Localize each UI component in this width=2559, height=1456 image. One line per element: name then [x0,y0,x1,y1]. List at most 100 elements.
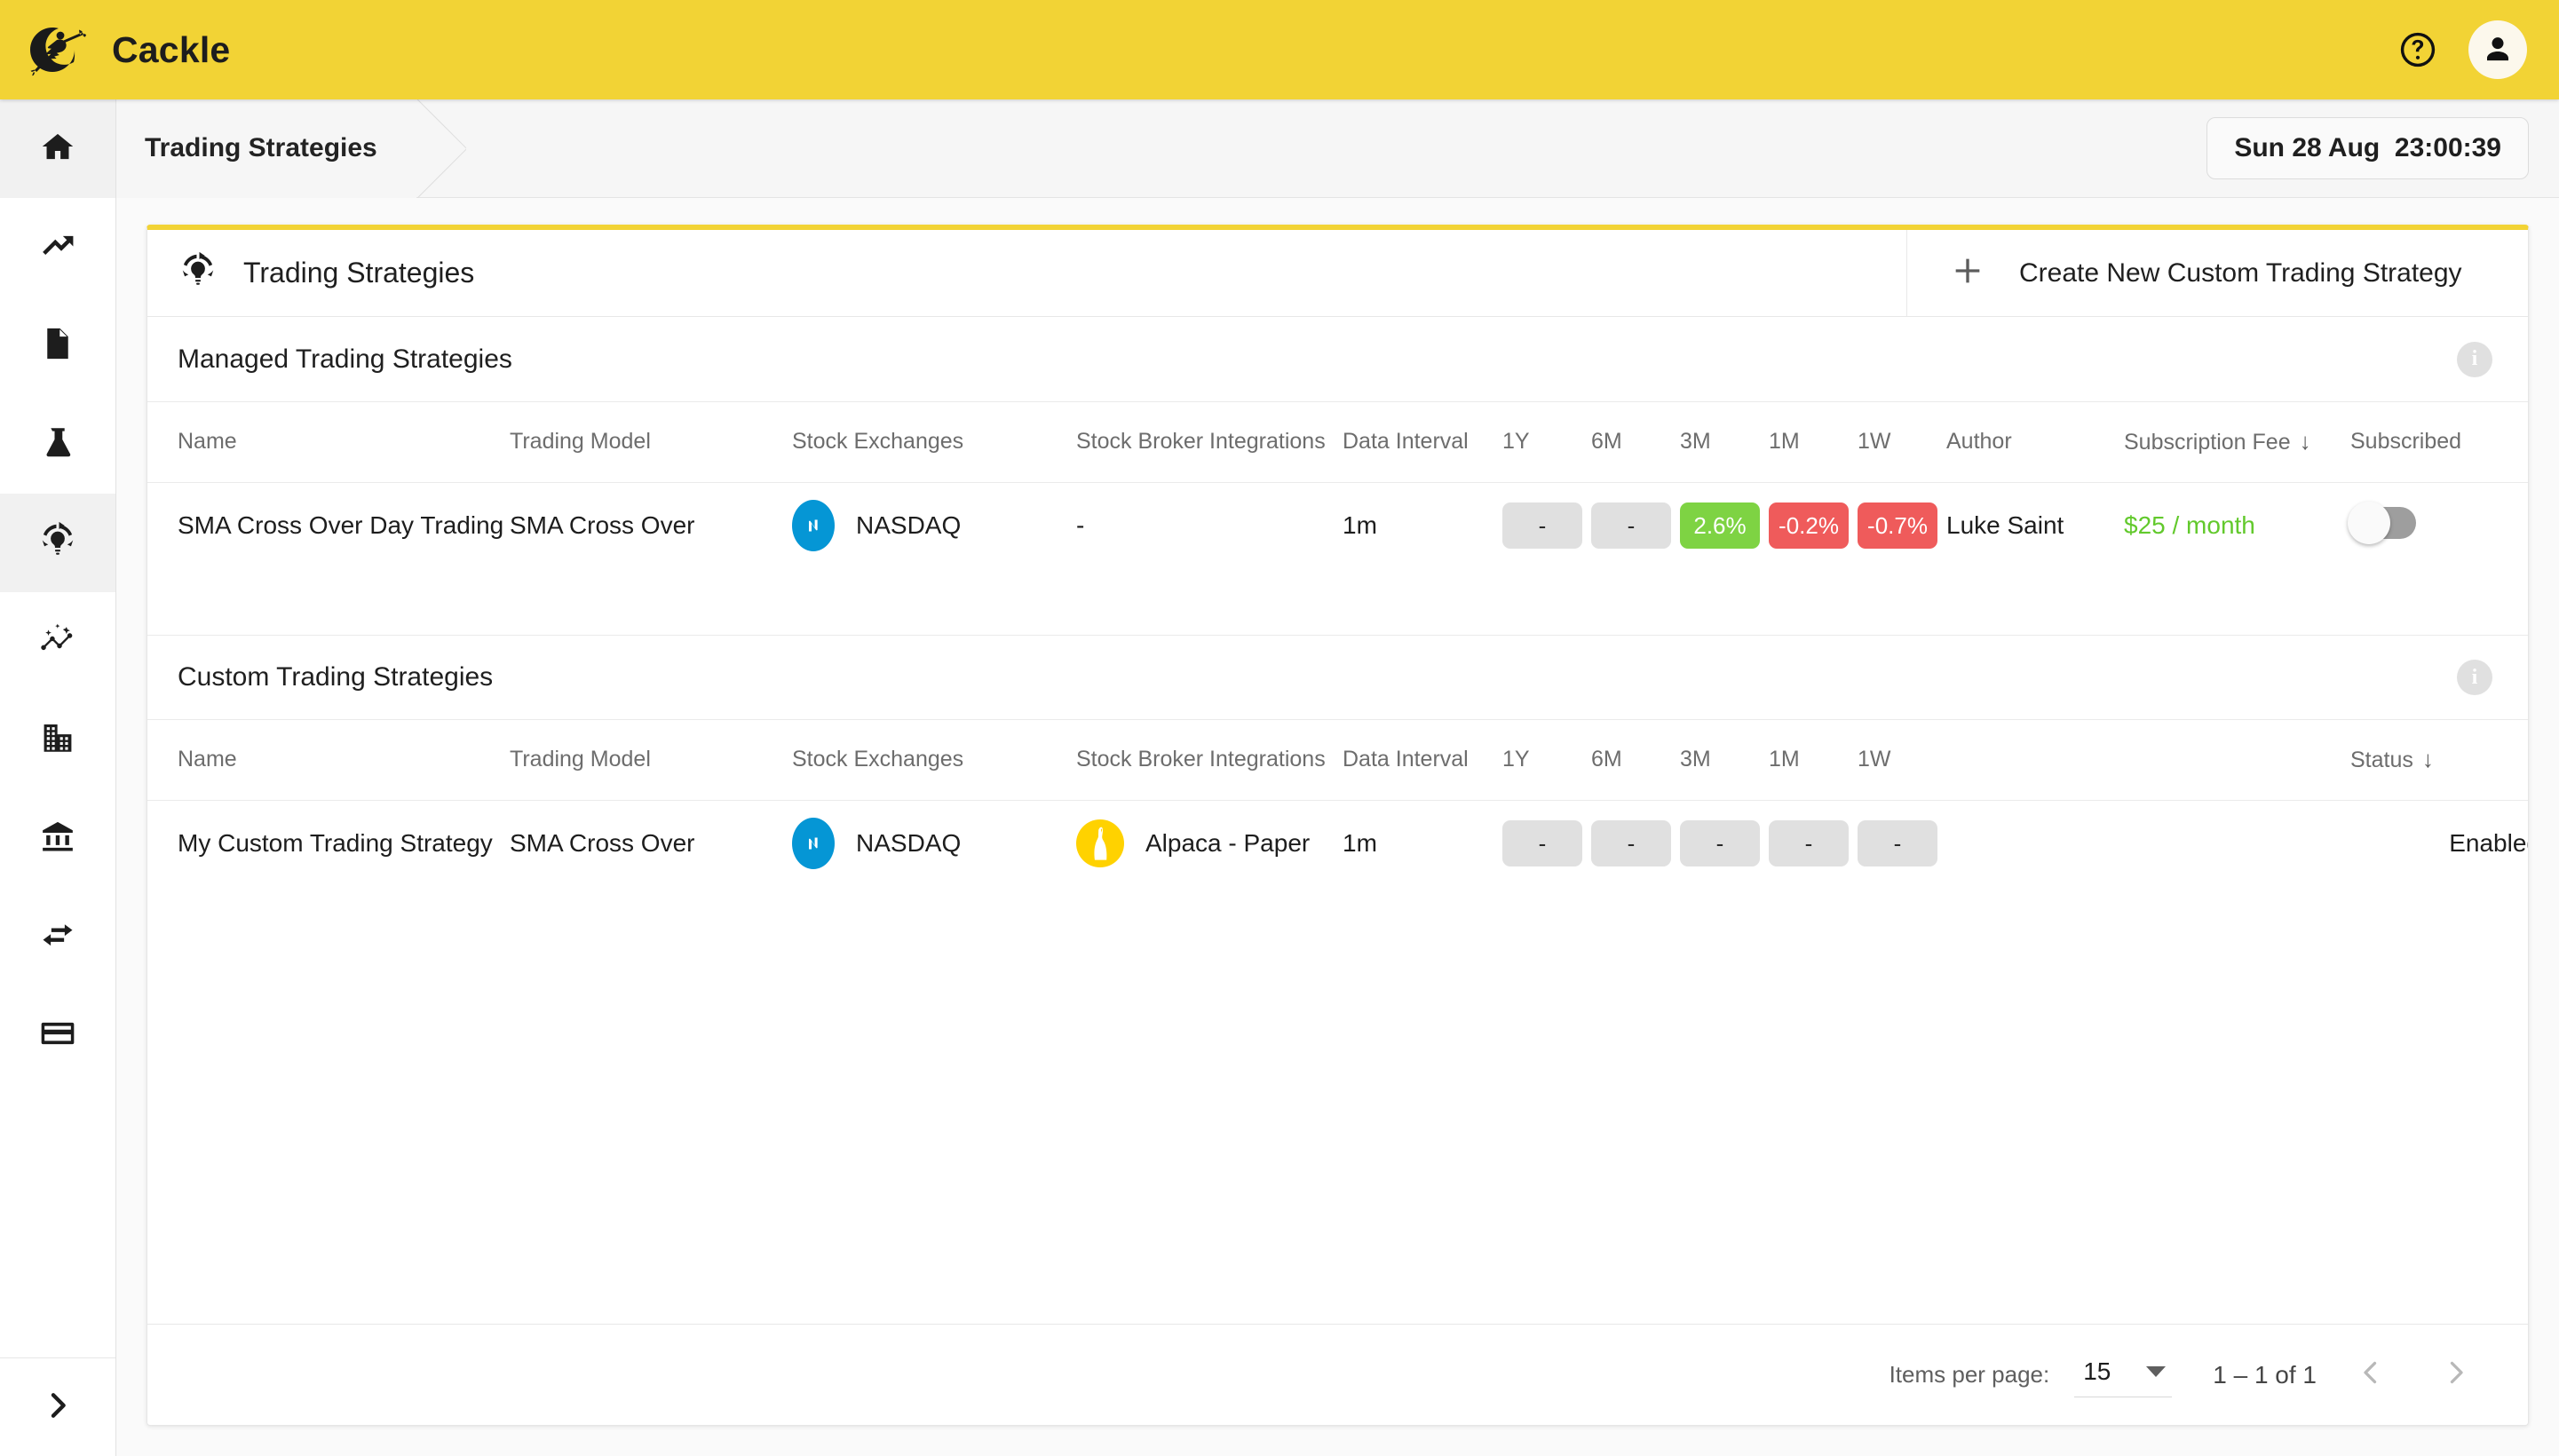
col-broker[interactable]: Stock Broker Integrations [1069,402,1335,482]
col-1y[interactable]: 1Y [1495,720,1584,800]
col-exchange[interactable]: Stock Exchanges [785,720,1069,800]
previous-page-button[interactable] [2340,1344,2402,1406]
col-exchange[interactable]: Stock Exchanges [785,402,1069,482]
col-name[interactable]: Name [147,402,503,482]
brand-title: Cackle [112,28,231,70]
trading-strategies-card: Trading Strategies Create New Custom Tra… [147,225,2529,1426]
cell-perf-3m: 2.6% [1673,481,1762,569]
content-area: Trading Strategies Sun 28 Aug 23:00:39 T… [116,99,2559,1456]
subscribed-toggle[interactable] [2348,501,2416,544]
datetime-display: Sun 28 Aug 23:00:39 [2206,117,2529,179]
col-status[interactable]: Status ↓ [2343,720,2528,800]
col-6m[interactable]: 6M [1584,402,1673,482]
custom-header-row: Name Trading Model Stock Exchanges Stock… [147,720,2528,800]
next-page-button[interactable] [2425,1344,2487,1406]
col-status-label: Status [2350,748,2413,773]
sidebar-item-documents[interactable] [0,297,115,395]
table-empty-space [147,887,2528,1324]
col-model[interactable]: Trading Model [503,402,785,482]
sidebar-item-home[interactable] [0,99,115,198]
body-row: Trading Strategies Sun 28 Aug 23:00:39 T… [0,99,2559,1456]
cell-exchange: NASDAQ [785,799,1069,887]
chevron-left-icon [2355,1357,2387,1393]
perf-chip: - [1769,820,1849,867]
flask-icon [39,423,76,465]
col-3m[interactable]: 3M [1673,720,1762,800]
items-per-page-value: 15 [2083,1357,2111,1385]
arrow-down-icon: ↓ [2421,746,2434,773]
avatar[interactable] [2468,20,2527,79]
sidebar-item-lab[interactable] [0,395,115,494]
col-1m[interactable]: 1M [1762,720,1850,800]
col-6m[interactable]: 6M [1584,720,1673,800]
card-header: Trading Strategies Create New Custom Tra… [147,230,2528,317]
col-3m[interactable]: 3M [1673,402,1762,482]
sidebar-item-trading-strategies[interactable] [0,494,115,592]
col-model[interactable]: Trading Model [503,720,785,800]
auto-graph-icon [38,620,77,663]
cell-perf-6m: - [1584,481,1673,569]
help-circle-icon[interactable] [2392,24,2444,75]
create-strategy-button[interactable]: Create New Custom Trading Strategy [1906,230,2528,316]
col-author[interactable]: Author [1939,402,2117,482]
custom-section-title: Custom Trading Strategies [178,662,494,692]
col-1m[interactable]: 1M [1762,402,1850,482]
sidebar-item-auto-graph[interactable] [0,592,115,691]
col-subscribed[interactable]: Subscribed [2343,402,2503,482]
col-broker[interactable]: Stock Broker Integrations [1069,720,1335,800]
nasdaq-logo [792,818,835,870]
cell-custom-filler-b [2117,799,2343,887]
custom-table-body: My Custom Trading Strategy SMA Cross Ove… [147,799,2528,887]
info-icon[interactable]: i [2457,660,2492,695]
cell-perf-1m: - [1762,799,1850,887]
exchange-label: NASDAQ [856,511,962,540]
items-per-page-label: Items per page: [1889,1361,2050,1388]
page-range-label: 1 – 1 of 1 [2213,1360,2317,1389]
chevron-down-icon [2146,1366,2167,1377]
managed-strategies-table: Name Trading Model Stock Exchanges Stock… [147,402,2528,569]
col-subscription-fee[interactable]: Subscription Fee ↓ [2117,402,2343,482]
table-row[interactable]: SMA Cross Over Day Trading SMA Cross Ove… [147,481,2528,569]
perf-chip: -0.7% [1858,502,1937,550]
document-icon [39,325,76,367]
perf-chip: - [1502,502,1582,550]
breadcrumb[interactable]: Trading Strategies [116,99,416,198]
custom-table-head: Name Trading Model Stock Exchanges Stock… [147,720,2528,800]
witch-on-broom-moon-logo[interactable] [21,16,89,83]
card-header-left: Trading Strategies [147,230,1906,316]
cell-perf-1w: - [1850,799,1939,887]
col-1y[interactable]: 1Y [1495,402,1584,482]
info-icon[interactable]: i [2457,341,2492,377]
col-interval[interactable]: Data Interval [1335,720,1495,800]
col-interval[interactable]: Data Interval [1335,402,1495,482]
col-1w[interactable]: 1W [1850,402,1939,482]
card-title: Trading Strategies [243,257,475,289]
cell-data-interval: 1m [1335,481,1495,569]
cell-perf-1y: - [1495,481,1584,569]
cell-model: SMA Cross Over [503,481,785,569]
items-per-page-select[interactable]: 15 [2074,1352,2173,1397]
nasdaq-logo [792,500,835,552]
top-app-bar: Cackle [0,0,2559,99]
sidebar-item-transfers[interactable] [0,888,115,986]
sidebar-item-trending[interactable] [0,198,115,297]
managed-section-header: Managed Trading Strategies i [147,317,2528,402]
sidebar-expand-button[interactable] [0,1357,115,1456]
sidebar-item-billing[interactable] [0,986,115,1085]
breadcrumb-bar: Trading Strategies Sun 28 Aug 23:00:39 [116,99,2559,198]
cell-perf-1m: -0.2% [1762,481,1850,569]
table-row[interactable]: My Custom Trading Strategy SMA Cross Ove… [147,799,2528,887]
sidebar-item-bank[interactable] [0,789,115,888]
perf-chip: - [1502,820,1582,867]
cell-perf-1w: -0.7% [1850,481,1939,569]
sidebar-item-business[interactable] [0,691,115,789]
col-name[interactable]: Name [147,720,503,800]
cell-name: My Custom Trading Strategy [147,799,503,887]
cell-perf-6m: - [1584,799,1673,887]
create-strategy-label: Create New Custom Trading Strategy [2019,257,2462,288]
col-1w[interactable]: 1W [1850,720,1939,800]
plus-icon [1950,253,1985,293]
perf-chip: - [1591,820,1671,867]
chevron-right-icon [2440,1357,2472,1393]
cell-broker: - [1069,481,1335,569]
